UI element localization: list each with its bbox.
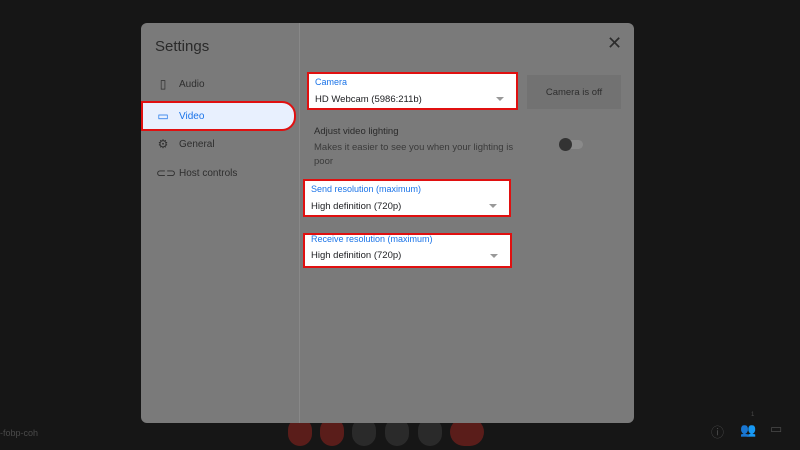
sidebar-item-audio[interactable]: ▯ Audio bbox=[141, 70, 296, 98]
info-icon[interactable]: ⓘ bbox=[711, 422, 724, 441]
sidebar-item-label: Host controls bbox=[179, 167, 238, 179]
sidebar-item-general[interactable]: ⚙ General bbox=[141, 130, 296, 158]
lighting-toggle[interactable] bbox=[559, 138, 583, 151]
lighting-title: Adjust video lighting bbox=[314, 126, 399, 137]
gear-icon: ⚙ bbox=[157, 137, 169, 151]
meeting-code: -fobp-coh bbox=[0, 428, 39, 438]
sidebar-item-label: General bbox=[179, 138, 215, 150]
people-icon[interactable]: 👥 bbox=[740, 422, 756, 438]
toggle-knob bbox=[559, 138, 572, 151]
chevron-down-icon bbox=[496, 97, 504, 101]
toggle-icon: ⊂⊃ bbox=[156, 166, 177, 180]
sidebar-item-host-controls[interactable]: ⊂⊃ Host controls bbox=[141, 159, 296, 187]
speaker-icon: ▯ bbox=[159, 77, 167, 91]
chevron-down-icon bbox=[489, 204, 497, 208]
send-resolution-select[interactable]: Send resolution (maximum) High definitio… bbox=[303, 179, 511, 217]
sidebar-item-label: Video bbox=[179, 110, 205, 122]
receive-resolution-select[interactable]: Receive resolution (maximum) High defini… bbox=[303, 233, 512, 268]
videocam-icon: ▭ bbox=[157, 109, 169, 123]
send-resolution-value: High definition (720p) bbox=[311, 201, 402, 212]
camera-label: Camera bbox=[315, 77, 348, 87]
settings-dialog: Settings ✕ ▯ Audio ▭ Video ⚙ General ⊂⊃ Host… bbox=[141, 23, 634, 423]
divider bbox=[299, 23, 300, 423]
sidebar-item-video[interactable]: ▭ Video bbox=[141, 101, 296, 131]
camera-select[interactable]: Camera HD Webcam (5986:211b) bbox=[307, 72, 518, 110]
camera-value: HD Webcam (5986:211b) bbox=[315, 94, 422, 105]
lighting-description: Makes it easier to see you when your lig… bbox=[314, 142, 514, 167]
receive-resolution-label: Receive resolution (maximum) bbox=[311, 234, 433, 244]
sidebar-item-label: Audio bbox=[179, 78, 205, 90]
dialog-title: Settings bbox=[155, 38, 210, 55]
chat-icon[interactable]: ▭ bbox=[770, 421, 782, 437]
send-resolution-label: Send resolution (maximum) bbox=[311, 184, 422, 194]
receive-resolution-value: High definition (720p) bbox=[311, 250, 402, 261]
chevron-down-icon bbox=[490, 254, 498, 258]
close-icon[interactable]: ✕ bbox=[607, 33, 622, 54]
camera-preview: Camera is off bbox=[527, 75, 621, 109]
participant-count: 1 bbox=[751, 412, 755, 418]
